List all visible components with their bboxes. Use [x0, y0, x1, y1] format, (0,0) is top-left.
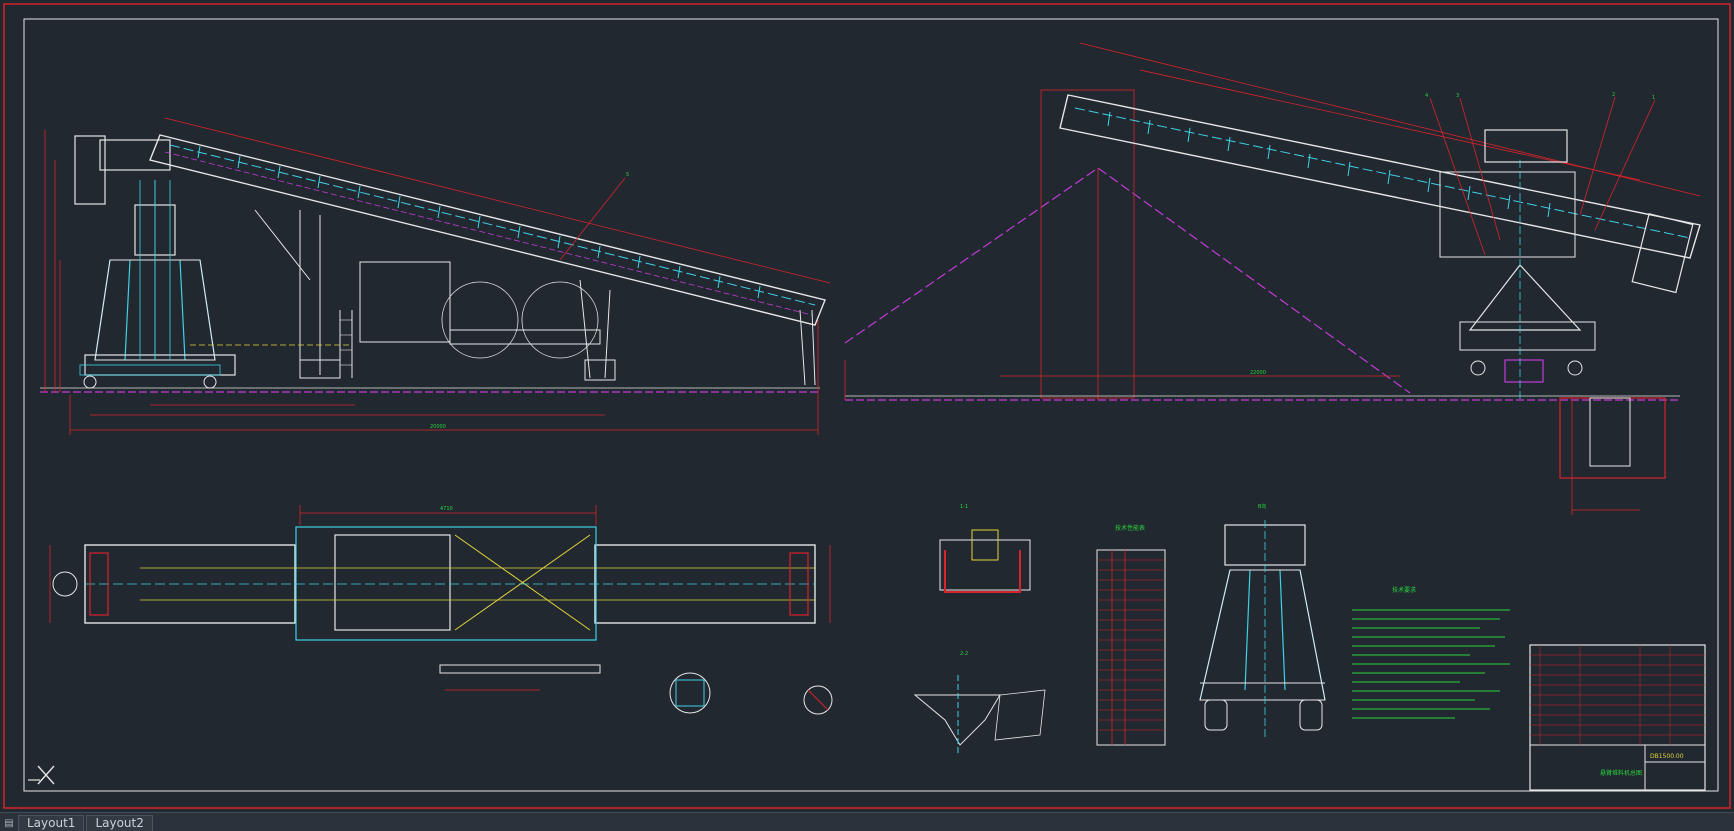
drawing-name: 悬臂堆料机总图 — [1600, 769, 1642, 777]
drawing-canvas[interactable]: 20000 5 22000 2 1 4 3 4710 1-1 2-2 技术性能表… — [0, 0, 1734, 812]
detail-views: 1-1 2-2 — [669, 504, 1046, 755]
dim-span-label: 4710 — [440, 506, 453, 512]
tech-requirements: 技术要求 — [1352, 586, 1510, 719]
tech-requirements-title: 技术要求 — [1392, 586, 1416, 594]
callout-4: 4 — [1425, 93, 1428, 99]
drawing-number: DB1500.00 — [1650, 753, 1684, 760]
ucs-axis-icon — [28, 765, 55, 785]
params-table-title: 技术性能表 — [1115, 524, 1145, 532]
layout-tab-bar: ▤ Layout1 Layout2 — [0, 812, 1734, 831]
section-1-label: 1-1 — [960, 504, 968, 510]
cad-drawing[interactable]: 20000 5 22000 2 1 4 3 4710 1-1 2-2 技术性能表… — [0, 0, 1734, 812]
title-block: DB1500.00 悬臂堆料机总图 — [1529, 644, 1706, 791]
params-table: 技术性能表 — [1096, 524, 1166, 746]
dim-boom-label: 22000 — [1250, 370, 1266, 376]
plan-view: 4710 — [49, 505, 831, 691]
gantry-view: B向 — [1199, 503, 1326, 740]
tab-layout2[interactable]: Layout2 — [86, 815, 153, 831]
callout-2: 2 — [1612, 92, 1615, 98]
callout-1: 1 — [1652, 95, 1655, 101]
model-tab-icon[interactable]: ▤ — [0, 816, 18, 831]
callout-5: 5 — [626, 172, 629, 178]
left-elevation-view: 20000 5 — [40, 117, 831, 435]
view-b-label: B向 — [1258, 503, 1266, 510]
right-elevation-view: 22000 2 1 4 3 — [844, 42, 1701, 515]
sheet-outer-border — [3, 3, 1731, 809]
tab-layout1[interactable]: Layout1 — [18, 815, 85, 831]
section-2-label: 2-2 — [960, 651, 968, 657]
dim-length-label: 20000 — [430, 424, 446, 430]
callout-3: 3 — [1456, 93, 1459, 99]
